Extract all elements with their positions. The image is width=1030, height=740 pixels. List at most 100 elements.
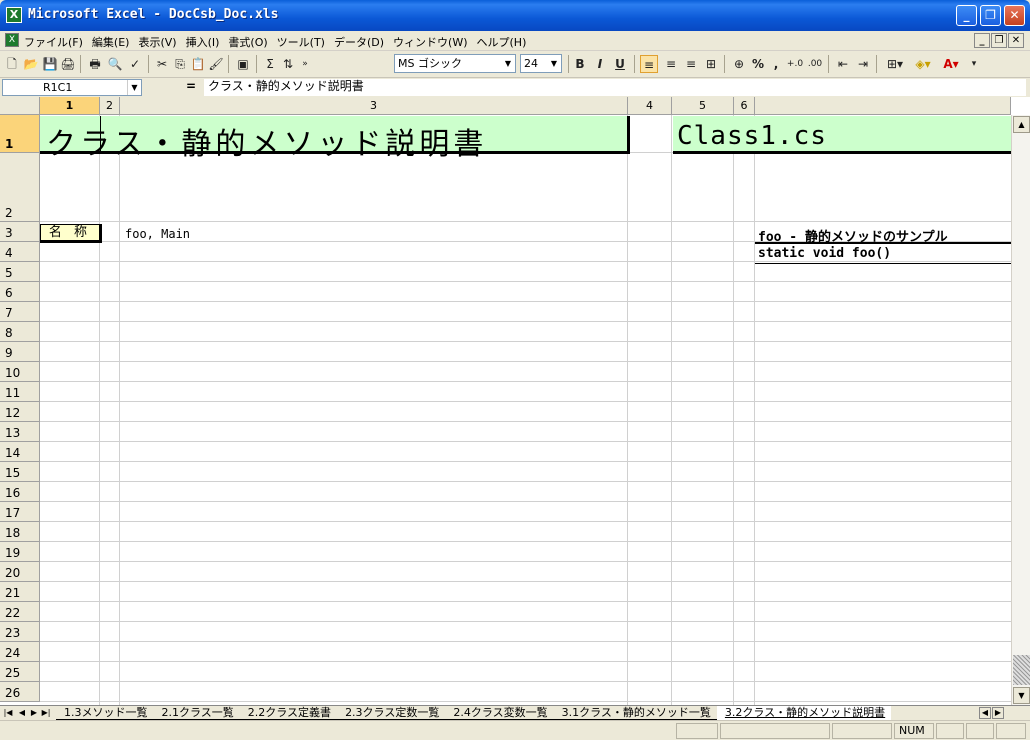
row-header-26[interactable]: 26	[0, 682, 40, 702]
column-header-6[interactable]: 6	[734, 97, 755, 115]
select-all-corner[interactable]	[0, 97, 40, 115]
borders-icon[interactable]: ⊞▾	[882, 55, 908, 73]
row-header-7[interactable]: 7	[0, 302, 40, 322]
row-header-16[interactable]: 16	[0, 482, 40, 502]
toolbar-overflow-icon[interactable]: »	[300, 55, 310, 73]
row-header-21[interactable]: 21	[0, 582, 40, 602]
print-icon[interactable]: 🖶	[86, 55, 104, 73]
row-header-22[interactable]: 22	[0, 602, 40, 622]
menu-item-6[interactable]: データ(D)	[334, 34, 384, 50]
row-header-18[interactable]: 18	[0, 522, 40, 542]
name-label-cell[interactable]: 名 称	[40, 224, 102, 243]
excel-app-icon[interactable]: X	[6, 7, 22, 23]
menu-item-0[interactable]: ファイル(F)	[24, 34, 83, 50]
align-right-icon[interactable]: ≡	[682, 55, 700, 73]
menu-item-2[interactable]: 表示(V)	[138, 34, 176, 50]
menu-item-7[interactable]: ウィンドウ(W)	[393, 34, 467, 50]
row-header-9[interactable]: 9	[0, 342, 40, 362]
row-header-23[interactable]: 23	[0, 622, 40, 642]
increase-decimal-icon[interactable]: +.0	[786, 55, 804, 73]
row-header-19[interactable]: 19	[0, 542, 40, 562]
close-button[interactable]: ✕	[1004, 5, 1025, 26]
font-color-icon[interactable]: A▾	[938, 55, 964, 73]
prev-sheet-icon[interactable]: ◀	[16, 707, 28, 719]
vertical-scrollbar[interactable]: ▲ ▼	[1011, 115, 1030, 705]
row-header-1[interactable]: 1	[0, 115, 40, 153]
sheet-tab-2[interactable]: 2.2クラス定義書	[239, 706, 338, 720]
spellcheck-icon[interactable]: ✓	[126, 55, 144, 73]
merge-center-icon[interactable]: ⊞	[702, 55, 720, 73]
worksheet-grid[interactable]: 123456 1 2 3 4 5 6 7 8 9 10 11 12 13 14 15 16 17 18 19 20 21…	[0, 97, 1030, 705]
decrease-indent-icon[interactable]: ⇤	[834, 55, 852, 73]
minimize-button[interactable]: _	[956, 5, 977, 26]
scroll-up-icon[interactable]: ▲	[1013, 116, 1030, 133]
font-size-dropdown-icon[interactable]: ▼	[547, 55, 561, 72]
workbook-close-button[interactable]: ✕	[1008, 33, 1024, 48]
currency-icon[interactable]: ⊕	[730, 55, 748, 73]
scroll-down-icon[interactable]: ▼	[1013, 687, 1030, 704]
row-header-15[interactable]: 15	[0, 462, 40, 482]
format-painter-icon[interactable]: 🖌	[208, 55, 224, 73]
menu-item-4[interactable]: 書式(O)	[228, 34, 267, 50]
row-header-6[interactable]: 6	[0, 282, 40, 302]
workbook-minimize-button[interactable]: _	[974, 33, 990, 48]
cut-icon[interactable]: ✂	[154, 55, 170, 73]
formula-equals-icon[interactable]: =	[186, 79, 196, 93]
row-header-2[interactable]: 2	[0, 153, 40, 222]
row-header-17[interactable]: 17	[0, 502, 40, 522]
row-header-14[interactable]: 14	[0, 442, 40, 462]
insert-function-icon[interactable]: ▣	[234, 55, 252, 73]
row-header-5[interactable]: 5	[0, 262, 40, 282]
tab-scroll-right-icon[interactable]: ▶	[992, 707, 1004, 719]
row-header-3[interactable]: 3	[0, 222, 40, 242]
sheet-tab-4[interactable]: 2.4クラス変数一覧	[445, 706, 554, 720]
italic-button[interactable]: I	[592, 55, 608, 73]
increase-indent-icon[interactable]: ⇥	[854, 55, 872, 73]
last-sheet-icon[interactable]: ▶|	[40, 707, 52, 719]
workbook-restore-button[interactable]: ❐	[991, 33, 1007, 48]
column-header-4[interactable]: 4	[628, 97, 672, 115]
sheet-tab-5[interactable]: 3.1クラス・静的メソッド一覧	[553, 706, 717, 720]
autosum-icon[interactable]: Σ	[262, 55, 278, 73]
column-header-2[interactable]: 2	[100, 97, 120, 115]
column-header-5[interactable]: 5	[672, 97, 734, 115]
paste-icon[interactable]: 📋	[190, 55, 206, 73]
row-header-4[interactable]: 4	[0, 242, 40, 262]
name-box[interactable]: R1C1 ▼	[2, 79, 142, 96]
sheet-tab-3[interactable]: 2.3クラス定数一覧	[337, 706, 446, 720]
menu-item-3[interactable]: 挿入(I)	[186, 34, 220, 50]
menu-item-1[interactable]: 編集(E)	[92, 34, 130, 50]
row-header-12[interactable]: 12	[0, 402, 40, 422]
sheet-tab-1[interactable]: 2.1クラス一覧	[153, 706, 240, 720]
font-name-dropdown-icon[interactable]: ▼	[501, 55, 515, 72]
menu-item-5[interactable]: ツール(T)	[277, 34, 325, 50]
row-header-13[interactable]: 13	[0, 422, 40, 442]
sheet-tab-6[interactable]: 3.2クラス・静的メソッド説明書	[716, 706, 892, 720]
print-preview-icon[interactable]: 🔍	[106, 55, 124, 73]
permission-icon[interactable]: 🖨	[60, 55, 76, 73]
save-icon[interactable]: 💾	[42, 55, 58, 73]
row-header-25[interactable]: 25	[0, 662, 40, 682]
formula-input[interactable]: クラス・静的メソッド説明書	[204, 79, 1026, 96]
align-center-icon[interactable]: ≡	[662, 55, 680, 73]
align-left-icon[interactable]: ≡	[640, 55, 658, 73]
open-folder-icon[interactable]: 📂	[22, 55, 40, 73]
column-header-1[interactable]: 1	[40, 97, 100, 115]
row-header-11[interactable]: 11	[0, 382, 40, 402]
new-document-icon[interactable]: 🗋	[4, 55, 20, 73]
method-title-cell[interactable]: foo - 静的メソッドのサンプル	[758, 226, 948, 245]
row-header-24[interactable]: 24	[0, 642, 40, 662]
first-sheet-icon[interactable]: |◀	[2, 707, 14, 719]
column-header-3[interactable]: 3	[120, 97, 628, 115]
percent-button[interactable]: %	[750, 55, 766, 73]
sort-ascending-icon[interactable]: ⇅	[280, 55, 296, 73]
workbook-icon[interactable]: X	[5, 33, 19, 47]
row-header-10[interactable]: 10	[0, 362, 40, 382]
comma-button[interactable]: ,	[770, 55, 782, 73]
font-size-select[interactable]: 24 ▼	[520, 54, 562, 73]
decrease-decimal-icon[interactable]: .00	[806, 55, 824, 73]
row-header-20[interactable]: 20	[0, 562, 40, 582]
maximize-button[interactable]: ❐	[980, 5, 1001, 26]
toolbar-options-icon[interactable]: ▾	[968, 55, 980, 73]
name-box-dropdown-icon[interactable]: ▼	[127, 80, 141, 95]
